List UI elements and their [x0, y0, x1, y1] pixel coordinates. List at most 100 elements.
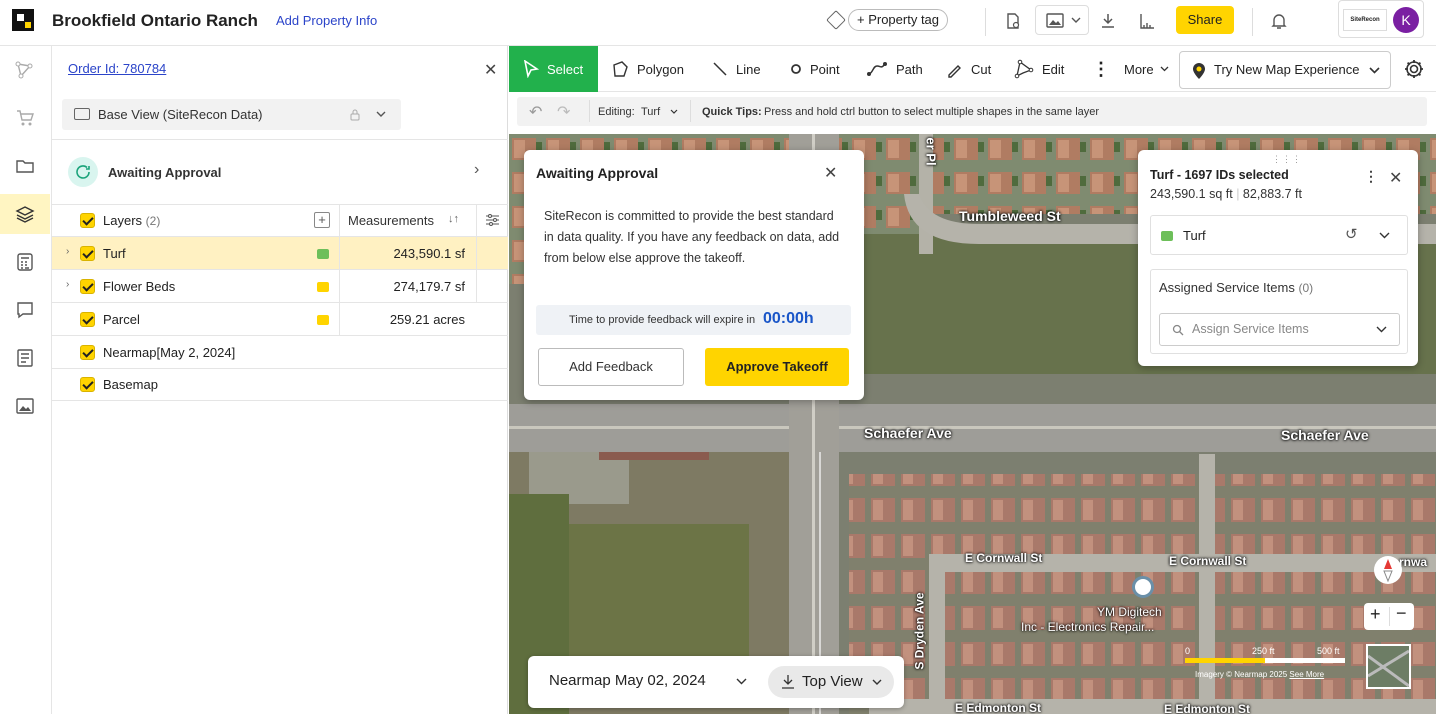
dialog-body: SiteRecon is committed to provide the be…: [544, 209, 840, 265]
layer-name: Basemap: [103, 377, 158, 392]
sort-icon[interactable]: ↓↑: [448, 213, 459, 225]
gear-icon[interactable]: [1403, 58, 1425, 80]
layer-checkbox[interactable]: [80, 279, 95, 294]
try-new-map-experience-button[interactable]: Try New Map Experience: [1179, 51, 1391, 89]
more-tools-menu[interactable]: ⋮ More: [1092, 46, 1169, 92]
layer-row-nearmap[interactable]: Nearmap[May 2, 2024]: [52, 336, 508, 369]
layer-row-turf[interactable]: › Turf 243,590.1 sf: [52, 237, 508, 270]
rail-draw-icon[interactable]: [0, 50, 50, 90]
share-button[interactable]: Share: [1176, 6, 1234, 34]
layer-row-basemap[interactable]: Basemap: [52, 368, 508, 401]
chevron-down-icon: [1379, 232, 1390, 239]
close-icon[interactable]: ✕: [1389, 168, 1402, 188]
drag-handle-icon[interactable]: ⋮⋮⋮: [1272, 154, 1302, 165]
cut-tool-label: Cut: [971, 61, 992, 77]
kebab-icon: ⋮: [1092, 58, 1110, 79]
assigned-count: (0): [1298, 281, 1314, 295]
redo-icon[interactable]: ↷: [557, 102, 570, 122]
download-icon[interactable]: [1099, 12, 1117, 30]
cut-tool[interactable]: Cut: [946, 46, 991, 92]
add-feedback-button[interactable]: Add Feedback: [538, 348, 684, 386]
chevron-down-icon: [1071, 17, 1081, 23]
point-tool-label: Point: [810, 61, 840, 77]
rail-folder-icon[interactable]: [0, 146, 50, 186]
close-icon[interactable]: ✕: [824, 163, 837, 183]
poi-marker-icon[interactable]: [1132, 576, 1154, 598]
divider: [476, 204, 477, 237]
layer-color-swatch[interactable]: [317, 315, 329, 325]
chevron-down-icon: [1376, 326, 1387, 333]
path-tool-label: Path: [896, 61, 923, 77]
poi-label[interactable]: Inc - Electronics Repair...: [1021, 620, 1154, 634]
kebab-icon[interactable]: ⋮: [1364, 168, 1378, 185]
image-menu-button[interactable]: [1035, 5, 1089, 35]
path-tool[interactable]: Path: [866, 46, 923, 92]
layer-color-swatch[interactable]: [317, 282, 329, 292]
layer-row-parcel[interactable]: Parcel 259.21 acres: [52, 303, 508, 336]
bell-icon[interactable]: [1270, 12, 1288, 30]
imagery-bar: Nearmap May 02, 2024 Top View: [528, 656, 904, 708]
divider: [985, 8, 986, 36]
avatar[interactable]: K: [1393, 7, 1419, 33]
layer-select-value: Turf: [1183, 228, 1206, 243]
reset-icon[interactable]: ↺: [1345, 225, 1358, 243]
more-tools-label: More: [1124, 61, 1154, 77]
selection-title: Turf - 1697 IDs selected: [1150, 168, 1289, 182]
document-settings-icon[interactable]: [1004, 12, 1022, 30]
close-icon[interactable]: ✕: [484, 60, 497, 80]
layer-select[interactable]: Turf ↺: [1150, 215, 1408, 255]
editing-layer-select[interactable]: Turf: [641, 106, 660, 118]
poi-label[interactable]: YM Digitech: [1097, 605, 1162, 619]
layer-measurement: 259.21 acres: [389, 312, 465, 327]
assign-service-items-select[interactable]: Assign Service Items: [1159, 313, 1400, 346]
edit-tool[interactable]: Edit: [1014, 46, 1064, 92]
app-logo[interactable]: [12, 9, 34, 31]
view-mode-select[interactable]: Top View: [768, 666, 894, 698]
select-all-checkbox[interactable]: [80, 213, 95, 228]
line-tool[interactable]: Line: [712, 46, 761, 92]
imagery-date-select[interactable]: Nearmap May 02, 2024: [549, 672, 706, 689]
point-tool[interactable]: Point: [790, 46, 840, 92]
account-menu[interactable]: SiteRecon K: [1338, 0, 1424, 38]
rail-cart-icon[interactable]: [0, 98, 50, 138]
rail-report-icon[interactable]: [0, 338, 50, 378]
zoom-in-button[interactable]: +: [1370, 604, 1381, 625]
layer-checkbox[interactable]: [80, 246, 95, 261]
rail-chat-icon[interactable]: [0, 290, 50, 330]
expand-caret-icon[interactable]: ›: [66, 246, 69, 257]
tag-icon: [826, 10, 846, 30]
chevron-down-icon: [1160, 66, 1169, 72]
chevron-right-icon[interactable]: ›: [474, 161, 479, 179]
quick-tips-text: Press and hold ctrl button to select mul…: [764, 106, 1100, 118]
street-label: er Pl: [923, 137, 939, 166]
separator: |: [1236, 187, 1240, 201]
undo-icon[interactable]: ↶: [529, 102, 542, 122]
polygon-tool[interactable]: Polygon: [611, 46, 684, 92]
search-icon: [1172, 324, 1184, 336]
layer-row-flower-beds[interactable]: › Flower Beds 274,179.7 sf: [52, 270, 508, 303]
folder-icon: [74, 108, 90, 120]
order-id-link[interactable]: Order Id: 780784: [68, 61, 166, 76]
select-tool[interactable]: Select: [509, 46, 598, 92]
expand-caret-icon[interactable]: ›: [66, 279, 69, 290]
layer-checkbox[interactable]: [80, 377, 95, 392]
base-view-select[interactable]: Base View (SiteRecon Data): [62, 99, 401, 130]
rail-layers-icon[interactable]: [0, 194, 50, 234]
chevron-down-icon: [872, 679, 882, 685]
layer-color-swatch[interactable]: [317, 249, 329, 259]
path-icon: [867, 62, 887, 76]
filter-settings-icon[interactable]: [486, 214, 499, 226]
property-tag-button[interactable]: + Property tag: [848, 9, 949, 31]
add-layer-button[interactable]: +: [314, 212, 330, 228]
compass-icon[interactable]: [1374, 556, 1402, 584]
layer-checkbox[interactable]: [80, 312, 95, 327]
rail-gallery-icon[interactable]: [0, 386, 50, 426]
attribution-link[interactable]: See More: [1289, 670, 1324, 679]
measure-icon[interactable]: [1138, 12, 1156, 30]
layer-checkbox[interactable]: [80, 345, 95, 360]
minimap-thumbnail[interactable]: [1366, 644, 1411, 689]
rail-calculator-icon[interactable]: [0, 242, 50, 282]
add-property-info-link[interactable]: Add Property Info: [276, 13, 377, 28]
zoom-out-button[interactable]: −: [1396, 603, 1407, 624]
approve-takeoff-button[interactable]: Approve Takeoff: [705, 348, 849, 386]
